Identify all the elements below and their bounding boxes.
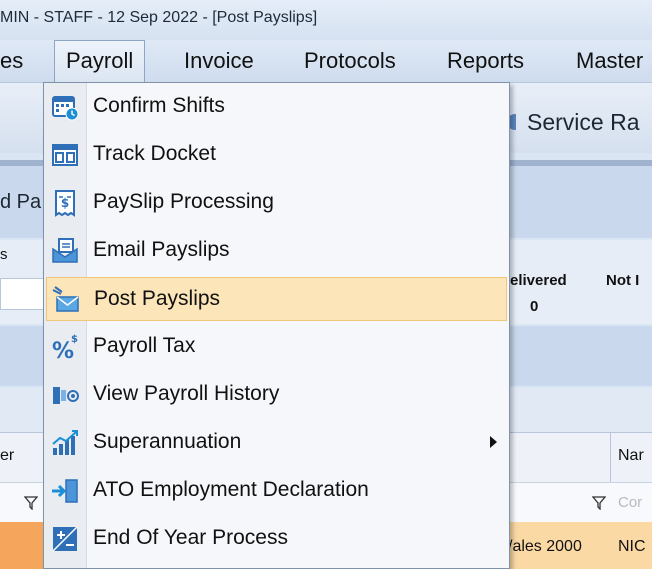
column-header-name[interactable]: Nar (618, 447, 644, 465)
menu-label: Track Docket (93, 142, 216, 165)
submenu-arrow-icon (490, 436, 497, 448)
menu-track-docket[interactable]: Track Docket (46, 133, 507, 177)
plus-minus-icon (52, 526, 78, 552)
delivered-label: elivered (510, 272, 567, 289)
menu-label: ATO Employment Declaration (93, 478, 369, 501)
menu-email-payslips[interactable]: Email Payslips (46, 229, 507, 273)
menu-label: PaySlip Processing (93, 190, 274, 213)
column-divider (610, 432, 611, 482)
menu-ato-employment-declaration[interactable]: ATO Employment Declaration (46, 469, 507, 513)
menu-label: Email Payslips (93, 238, 230, 261)
menu-label: Superannuation (93, 430, 242, 453)
history-view-icon (53, 387, 79, 404)
svg-text:$: $ (61, 196, 69, 210)
row-address: /ales 2000 (508, 538, 582, 555)
menu-payslip-processing[interactable]: $ PaySlip Processing (46, 181, 507, 225)
calendar-clock-icon (52, 96, 79, 121)
payroll-dropdown-menu: Confirm Shifts Track Docket $ PaySlip Pr… (43, 82, 510, 569)
docket-board-icon (52, 144, 78, 166)
svg-text:$: $ (71, 334, 78, 345)
filter-icon-left[interactable] (24, 496, 38, 510)
filter-placeholder: Cor (618, 494, 643, 511)
chart-growth-icon (52, 430, 78, 455)
tab-fragment[interactable]: d Pa (0, 191, 41, 214)
menu-label: End Of Year Process (93, 526, 288, 549)
delivered-count: 0 (530, 298, 539, 315)
menu-payroll-tax[interactable]: % $ Payroll Tax (46, 325, 507, 369)
post-envelope-icon (52, 286, 79, 312)
menu-end-of-year-process[interactable]: End Of Year Process (46, 517, 507, 561)
menu-label: View Payroll History (93, 382, 280, 405)
column-header-left[interactable]: er (0, 447, 14, 465)
percent-dollar-icon: % $ (52, 334, 78, 362)
not-delivered-label: Not I (606, 272, 640, 289)
filter-icon-right[interactable] (592, 496, 606, 510)
row-indicator (0, 522, 44, 569)
menu-item-payroll[interactable]: Payroll (54, 40, 146, 82)
menu-item-master[interactable]: Master (576, 40, 643, 82)
menu-item-es[interactable]: es (0, 40, 23, 82)
search-field-fragment[interactable] (0, 278, 44, 310)
declaration-arrow-icon (52, 479, 78, 503)
summary-fragment-s: s (0, 246, 8, 263)
menu-view-payroll-history[interactable]: View Payroll History (46, 373, 507, 417)
menu-item-invoice[interactable]: Invoice (184, 40, 254, 82)
menu-item-protocols[interactable]: Protocols (304, 40, 396, 82)
service-rates-button[interactable]: Service Ra (527, 109, 639, 136)
menu-label: Confirm Shifts (93, 94, 225, 117)
menu-label: Payroll Tax (93, 334, 196, 357)
title-bar: MIN - STAFF - 12 Sep 2022 - [Post Paysli… (0, 0, 652, 40)
email-payslip-icon (52, 238, 78, 263)
payslip-receipt-icon: $ (55, 190, 75, 217)
menu-post-payslips[interactable]: Post Payslips (46, 277, 507, 321)
row-name: NIC (618, 538, 646, 555)
menu-bar: es Payroll Invoice Protocols Reports Mas… (0, 40, 652, 83)
menu-superannuation[interactable]: Superannuation (46, 421, 507, 465)
menu-confirm-shifts[interactable]: Confirm Shifts (46, 85, 507, 129)
menu-item-reports[interactable]: Reports (447, 40, 524, 82)
menu-label: Post Payslips (94, 287, 221, 310)
window-title: MIN - STAFF - 12 Sep 2022 - [Post Paysli… (0, 9, 318, 26)
